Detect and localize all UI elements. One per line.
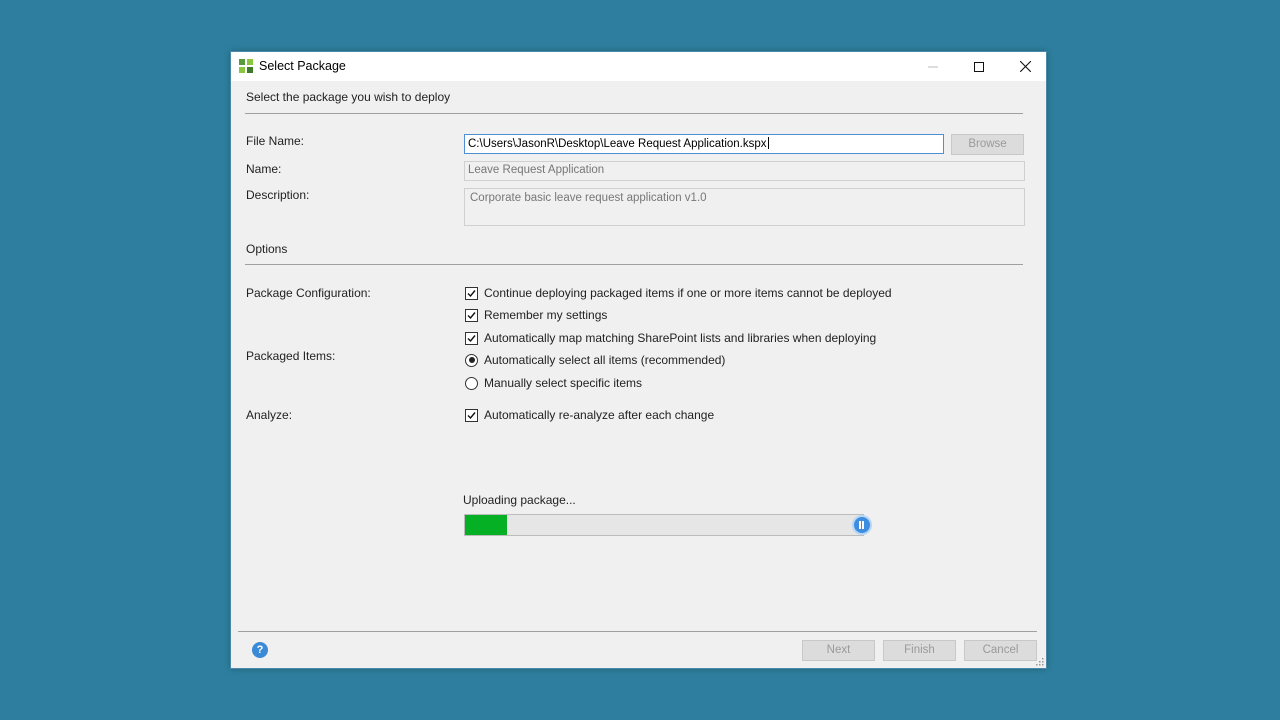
- progress-pause-icon[interactable]: [852, 515, 872, 535]
- manual-select-radio[interactable]: Manually select specific items: [465, 376, 642, 390]
- close-button[interactable]: [1002, 52, 1048, 81]
- file-name-input[interactable]: C:\Users\JasonR\Desktop\Leave Request Ap…: [464, 134, 944, 154]
- checkbox-checked-icon: [465, 286, 478, 300]
- auto-reanalyze-label: Automatically re-analyze after each chan…: [484, 408, 715, 422]
- description-field[interactable]: Corporate basic leave request applicatio…: [464, 188, 1025, 226]
- dialog-subtitle: Select the package you wish to deploy: [246, 90, 451, 104]
- upload-status-text: Uploading package...: [463, 493, 576, 507]
- close-icon: [1019, 61, 1031, 72]
- packaged-items-label: Packaged Items:: [246, 349, 336, 363]
- checkbox-checked-icon: [465, 408, 478, 422]
- text-caret: [767, 137, 769, 149]
- title-bar[interactable]: Select Package: [231, 52, 1046, 81]
- minimize-icon: [928, 66, 938, 67]
- auto-reanalyze-checkbox[interactable]: Automatically re-analyze after each chan…: [465, 408, 714, 422]
- file-name-label: File Name:: [246, 134, 305, 148]
- auto-map-label: Automatically map matching SharePoint li…: [484, 331, 877, 345]
- resize-grip-icon[interactable]: [1036, 658, 1044, 666]
- minimize-button[interactable]: [910, 52, 956, 81]
- auto-map-checkbox[interactable]: Automatically map matching SharePoint li…: [465, 331, 876, 345]
- remember-settings-checkbox[interactable]: Remember my settings: [465, 308, 607, 322]
- finish-button[interactable]: Finish: [883, 640, 956, 661]
- cancel-button[interactable]: Cancel: [964, 640, 1037, 661]
- help-icon[interactable]: ?: [252, 642, 268, 658]
- name-label: Name:: [246, 162, 282, 176]
- maximize-button[interactable]: [956, 52, 1002, 81]
- manual-select-label: Manually select specific items: [484, 376, 643, 390]
- radio-selected-icon: [465, 353, 478, 367]
- select-package-dialog: Select Package Select the package you wi…: [230, 51, 1047, 669]
- auto-select-all-radio[interactable]: Automatically select all items (recommen…: [465, 353, 725, 367]
- window-title: Select Package: [259, 59, 346, 73]
- browse-button[interactable]: Browse: [951, 134, 1024, 155]
- package-configuration-label: Package Configuration:: [246, 286, 371, 300]
- upload-progress-bar: [464, 514, 864, 536]
- continue-deploying-checkbox[interactable]: Continue deploying packaged items if one…: [465, 286, 892, 300]
- radio-unselected-icon: [465, 376, 478, 390]
- auto-select-all-label: Automatically select all items (recommen…: [484, 353, 726, 367]
- checkbox-checked-icon: [465, 331, 478, 345]
- remember-settings-label: Remember my settings: [484, 308, 608, 322]
- footer-divider: [238, 631, 1037, 632]
- package-app-icon: [239, 59, 253, 73]
- options-section-title: Options: [246, 242, 288, 256]
- file-name-value: C:\Users\JasonR\Desktop\Leave Request Ap…: [468, 138, 767, 150]
- next-button[interactable]: Next: [802, 640, 875, 661]
- continue-deploying-label: Continue deploying packaged items if one…: [484, 286, 892, 300]
- description-label: Description:: [246, 188, 310, 202]
- header-divider: [245, 113, 1023, 114]
- analyze-label: Analyze:: [246, 408, 293, 422]
- checkbox-checked-icon: [465, 308, 478, 322]
- upload-progress-fill: [465, 515, 507, 535]
- maximize-icon: [974, 61, 984, 72]
- options-divider: [245, 264, 1023, 265]
- name-field[interactable]: Leave Request Application: [464, 161, 1025, 181]
